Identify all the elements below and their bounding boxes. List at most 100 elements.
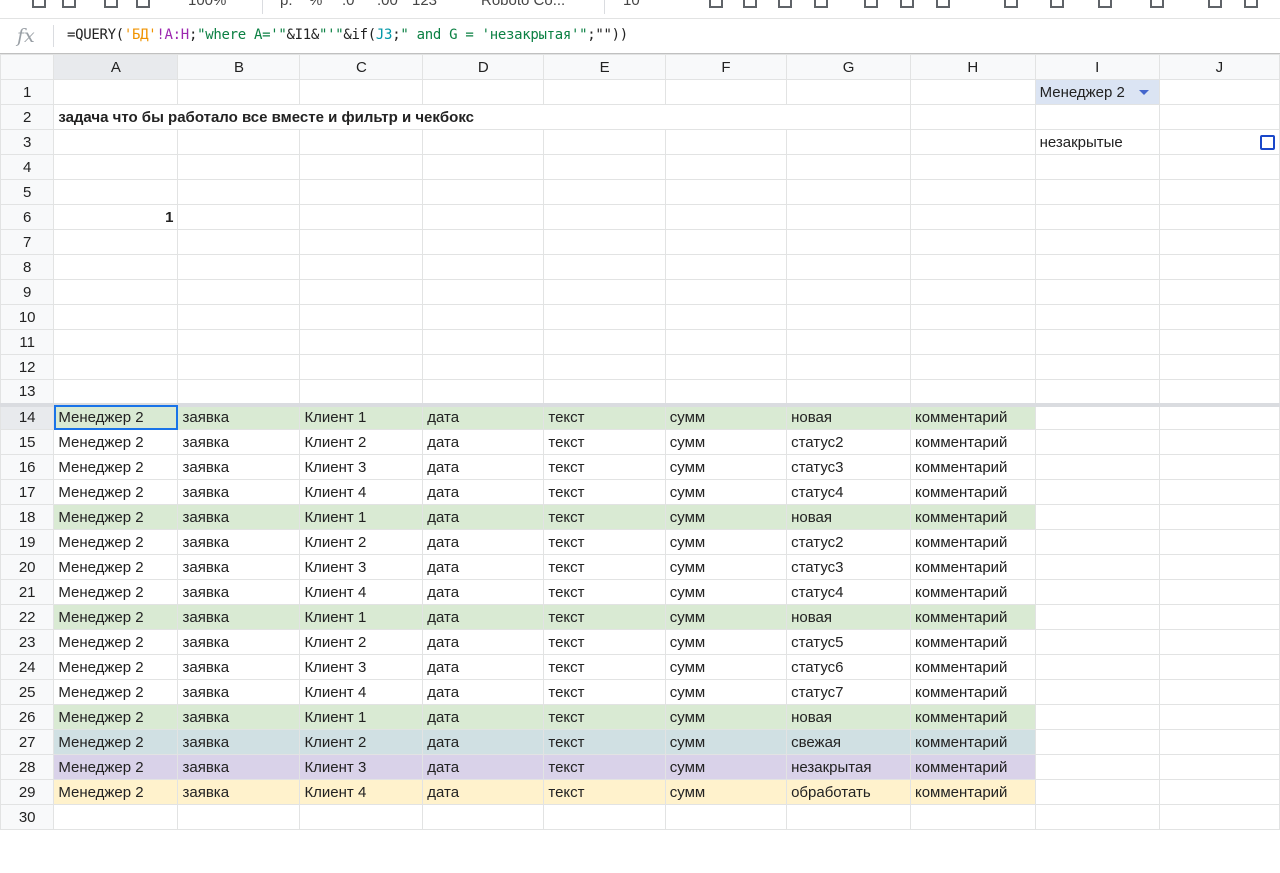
cell-a1[interactable]	[53, 79, 179, 105]
merge-cells-icon[interactable]	[936, 0, 950, 8]
cell-f11[interactable]	[664, 329, 788, 355]
cell-a26[interactable]: Менеджер 2	[53, 704, 179, 730]
cell-a7[interactable]	[53, 229, 179, 255]
vertical-align-icon[interactable]	[1050, 0, 1064, 8]
cell-g22[interactable]: новая	[786, 604, 911, 630]
cell-b6[interactable]	[177, 204, 301, 230]
cell-e7[interactable]	[543, 229, 666, 255]
fill-color-icon[interactable]	[864, 0, 878, 8]
cell-j2[interactable]	[1158, 104, 1280, 130]
cell-d17[interactable]: дата	[422, 479, 545, 505]
cell-a11[interactable]	[53, 329, 179, 355]
row-header[interactable]: 1	[0, 79, 55, 105]
cell-c17[interactable]: Клиент 4	[299, 479, 424, 505]
cell-b8[interactable]	[177, 254, 301, 280]
cell-j29[interactable]	[1158, 779, 1280, 805]
row-header[interactable]: 30	[0, 804, 55, 830]
cell-f5[interactable]	[664, 179, 788, 205]
cell-e13[interactable]	[543, 379, 666, 405]
cell-g13[interactable]	[786, 379, 911, 405]
cell-a19[interactable]: Менеджер 2	[53, 529, 179, 555]
cell-a20[interactable]: Менеджер 2	[53, 554, 179, 580]
cell-d19[interactable]: дата	[422, 529, 545, 555]
cell-i10[interactable]	[1034, 304, 1160, 330]
cell-g19[interactable]: статус2	[786, 529, 911, 555]
row-header[interactable]: 9	[0, 279, 55, 305]
cell-b20[interactable]: заявка	[177, 554, 301, 580]
cell-b29[interactable]: заявка	[177, 779, 301, 805]
cell-f12[interactable]	[664, 354, 788, 380]
cell-d28[interactable]: дата	[422, 754, 545, 780]
cell-b4[interactable]	[177, 154, 301, 180]
cell-f22[interactable]: сумм	[664, 604, 788, 630]
cell-h2[interactable]	[909, 104, 1036, 130]
cell-e12[interactable]	[543, 354, 666, 380]
cell-e18[interactable]: текст	[543, 504, 666, 530]
cell-a25[interactable]: Менеджер 2	[53, 679, 179, 705]
cell-e14[interactable]: текст	[543, 402, 666, 430]
cell-f17[interactable]: сумм	[664, 479, 788, 505]
cell-c25[interactable]: Клиент 4	[299, 679, 424, 705]
borders-icon[interactable]	[900, 0, 914, 8]
cell-a18[interactable]: Менеджер 2	[53, 504, 179, 530]
cell-c10[interactable]	[299, 304, 424, 330]
cell-h7[interactable]	[909, 229, 1036, 255]
cell-g7[interactable]	[786, 229, 911, 255]
cell-g18[interactable]: новая	[786, 504, 911, 530]
cell-h23[interactable]: комментарий	[909, 629, 1036, 655]
cell-h1[interactable]	[909, 79, 1036, 105]
row-header[interactable]: 10	[0, 304, 55, 330]
cell-a14[interactable]: Менеджер 2	[53, 402, 179, 430]
cell-h8[interactable]	[909, 254, 1036, 280]
dropdown-arrow-icon[interactable]	[1138, 90, 1149, 95]
row-header[interactable]: 29	[0, 779, 55, 805]
cell-f26[interactable]: сумм	[664, 704, 788, 730]
cell-j22[interactable]	[1158, 604, 1280, 630]
cell-d10[interactable]	[422, 304, 545, 330]
cell-b7[interactable]	[177, 229, 301, 255]
cell-c13[interactable]	[299, 379, 424, 405]
bold-icon[interactable]	[709, 0, 723, 8]
cell-b17[interactable]: заявка	[177, 479, 301, 505]
cell-c8[interactable]	[299, 254, 424, 280]
cell-f23[interactable]: сумм	[664, 629, 788, 655]
cell-i16[interactable]	[1034, 454, 1160, 480]
redo-icon[interactable]	[62, 0, 76, 8]
cell-d8[interactable]	[422, 254, 545, 280]
cell-j3[interactable]	[1158, 129, 1280, 155]
cell-h29[interactable]: комментарий	[909, 779, 1036, 805]
cell-b10[interactable]	[177, 304, 301, 330]
cell-d22[interactable]: дата	[422, 604, 545, 630]
cell-e10[interactable]	[543, 304, 666, 330]
cell-h19[interactable]: комментарий	[909, 529, 1036, 555]
horizontal-align-icon[interactable]	[1004, 0, 1018, 8]
row-header[interactable]: 4	[0, 154, 55, 180]
row-header[interactable]: 6	[0, 204, 55, 230]
row-header[interactable]: 3	[0, 129, 55, 155]
cell-i13[interactable]	[1034, 379, 1160, 405]
cell-e28[interactable]: текст	[543, 754, 666, 780]
font-size-select[interactable]: 10	[623, 0, 640, 9]
cell-f7[interactable]	[664, 229, 788, 255]
cell-d29[interactable]: дата	[422, 779, 545, 805]
cell-a3[interactable]	[53, 129, 179, 155]
select-all-corner[interactable]	[0, 54, 55, 80]
cell-e6[interactable]	[543, 204, 666, 230]
column-header-d[interactable]: D	[422, 54, 545, 80]
row-header[interactable]: 16	[0, 454, 55, 480]
cell-b24[interactable]: заявка	[177, 654, 301, 680]
row-header[interactable]: 2	[0, 104, 55, 130]
column-header-j[interactable]: J	[1158, 54, 1280, 80]
cell-c22[interactable]: Клиент 1	[299, 604, 424, 630]
cell-e29[interactable]: текст	[543, 779, 666, 805]
cell-d27[interactable]: дата	[422, 729, 545, 755]
row-header[interactable]: 11	[0, 329, 55, 355]
cell-c19[interactable]: Клиент 2	[299, 529, 424, 555]
paint-format-icon[interactable]	[136, 0, 150, 8]
cell-j15[interactable]	[1158, 429, 1280, 455]
row-header[interactable]: 7	[0, 229, 55, 255]
cell-c28[interactable]: Клиент 3	[299, 754, 424, 780]
cell-e16[interactable]: текст	[543, 454, 666, 480]
cell-d6[interactable]	[422, 204, 545, 230]
cell-g21[interactable]: статус4	[786, 579, 911, 605]
